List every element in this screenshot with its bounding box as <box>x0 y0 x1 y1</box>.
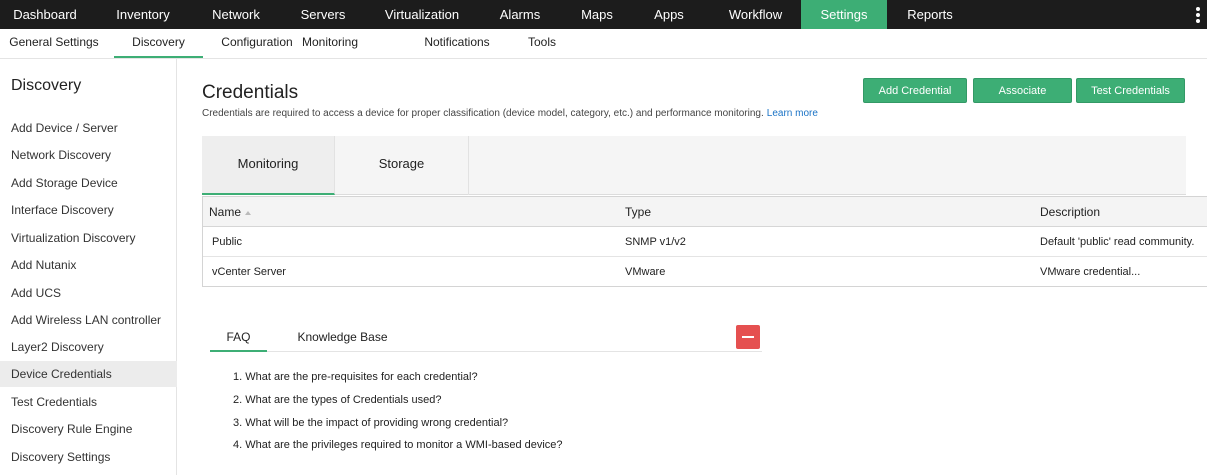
topnav-item-inventory[interactable]: Inventory <box>90 0 196 29</box>
table-row[interactable]: Public SNMP v1/v2 Default 'public' read … <box>203 227 1207 257</box>
column-header-description[interactable]: Description <box>1040 197 1100 227</box>
discovery-sidebar: Discovery Add Device / Server Network Di… <box>0 59 177 475</box>
subnav-item-configuration[interactable]: Configuration <box>211 29 303 58</box>
sidebar-item-layer2-discovery[interactable]: Layer2 Discovery <box>0 334 177 360</box>
sidebar-item-add-ucs[interactable]: Add UCS <box>0 280 177 306</box>
credentials-table: Name Type Description Public SNMP v1/v2 … <box>202 196 1207 287</box>
page-title: Credentials <box>202 82 299 103</box>
sidebar-item-discovery-rule-engine[interactable]: Discovery Rule Engine <box>0 416 177 442</box>
test-credentials-button[interactable]: Test Credentials <box>1076 78 1185 103</box>
sidebar-item-virtualization-discovery[interactable]: Virtualization Discovery <box>0 225 177 251</box>
tab-faq[interactable]: FAQ <box>210 322 267 352</box>
topnav-item-maps[interactable]: Maps <box>566 0 628 29</box>
sidebar-title: Discovery <box>11 77 82 94</box>
cell-type: SNMP v1/v2 <box>625 236 686 248</box>
column-header-name[interactable]: Name <box>209 197 252 227</box>
associate-button[interactable]: Associate <box>973 78 1072 103</box>
column-header-type[interactable]: Type <box>625 197 651 227</box>
subnav-item-general-settings[interactable]: General Settings <box>0 29 108 58</box>
table-row[interactable]: vCenter Server VMware VMware credential.… <box>203 257 1207 287</box>
sidebar-item-add-device-server[interactable]: Add Device / Server <box>0 115 177 141</box>
minus-icon[interactable] <box>736 325 760 349</box>
vertical-ellipsis-icon[interactable] <box>1192 7 1204 23</box>
topnav-item-apps[interactable]: Apps <box>628 0 710 29</box>
topnav-item-workflow[interactable]: Workflow <box>710 0 801 29</box>
topnav-item-network[interactable]: Network <box>196 0 276 29</box>
subnav-item-notifications[interactable]: Notifications <box>419 29 495 58</box>
settings-subnav: General Settings Discovery Configuration… <box>0 29 1207 59</box>
topnav-item-settings[interactable]: Settings <box>801 0 887 29</box>
top-navigation-bar: Dashboard Inventory Network Servers Virt… <box>0 0 1207 29</box>
cell-description: VMware credential... <box>1040 266 1141 278</box>
description-text: Credentials are required to access a dev… <box>202 108 764 119</box>
faq-question[interactable]: 1. What are the pre-requisites for each … <box>233 368 753 390</box>
sidebar-item-test-credentials[interactable]: Test Credentials <box>0 389 177 415</box>
topnav-item-servers[interactable]: Servers <box>276 0 370 29</box>
faq-question[interactable]: 4. What are the privileges required to m… <box>233 436 753 458</box>
subnav-item-discovery[interactable]: Discovery <box>114 29 203 58</box>
subnav-item-tools[interactable]: Tools <box>522 29 562 58</box>
sort-ascending-icon <box>245 210 252 215</box>
credential-type-tabs: Monitoring Storage <box>202 136 1186 195</box>
sidebar-item-interface-discovery[interactable]: Interface Discovery <box>0 197 177 223</box>
sidebar-item-network-discovery[interactable]: Network Discovery <box>0 142 177 168</box>
add-credential-button[interactable]: Add Credential <box>863 78 967 103</box>
topnav-item-reports[interactable]: Reports <box>887 0 973 29</box>
faq-tabs: FAQ Knowledge Base <box>210 322 762 352</box>
topnav-item-virtualization[interactable]: Virtualization <box>370 0 474 29</box>
table-header: Name Type Description <box>203 197 1207 227</box>
subnav-item-monitoring[interactable]: Monitoring <box>294 29 366 58</box>
sidebar-item-discovery-settings[interactable]: Discovery Settings <box>0 444 177 470</box>
page-description: Credentials are required to access a dev… <box>202 108 818 119</box>
tab-knowledge-base[interactable]: Knowledge Base <box>290 322 395 352</box>
cell-type: VMware <box>625 266 666 278</box>
sidebar-item-add-storage-device[interactable]: Add Storage Device <box>0 170 177 196</box>
cell-name: Public <box>212 236 242 248</box>
cell-description: Default 'public' read community. <box>1040 236 1195 248</box>
tab-storage[interactable]: Storage <box>335 136 469 195</box>
tab-monitoring[interactable]: Monitoring <box>202 136 335 195</box>
topnav-item-alarms[interactable]: Alarms <box>474 0 566 29</box>
sidebar-item-device-credentials[interactable]: Device Credentials <box>0 361 177 387</box>
cell-name: vCenter Server <box>212 266 286 278</box>
sidebar-item-add-wireless-lan-controller[interactable]: Add Wireless LAN controller <box>0 307 177 333</box>
sidebar-item-add-nutanix[interactable]: Add Nutanix <box>0 252 177 278</box>
faq-question[interactable]: 3. What will be the impact of providing … <box>233 414 753 436</box>
topnav-item-dashboard[interactable]: Dashboard <box>0 0 90 29</box>
faq-question[interactable]: 2. What are the types of Credentials use… <box>233 391 753 413</box>
learn-more-link[interactable]: Learn more <box>767 108 818 119</box>
